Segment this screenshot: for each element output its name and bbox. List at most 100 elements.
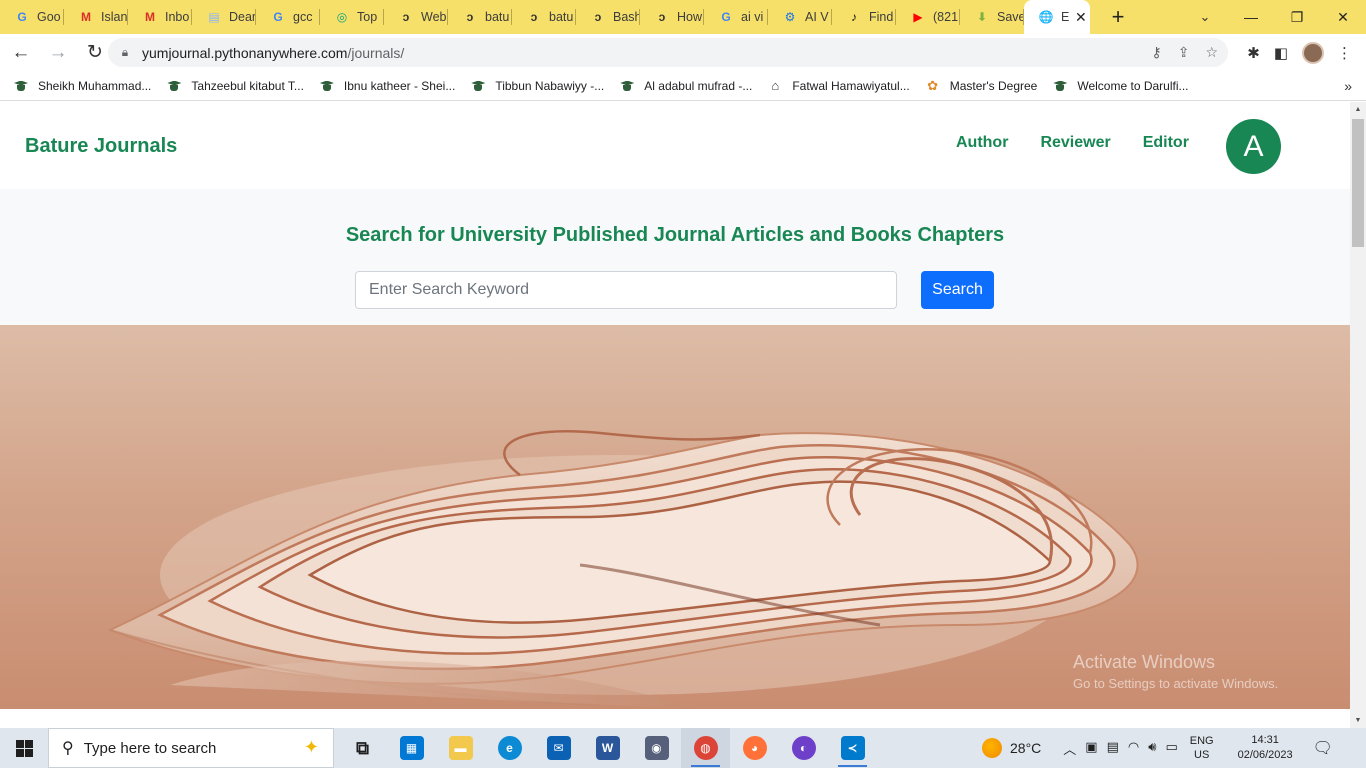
url-text[interactable]: yumjournal.pythonanywhere.com/journals/	[142, 45, 404, 61]
bookmark-item[interactable]: Tibbun Nabawiyy -...	[471, 79, 604, 93]
bookmark-item[interactable]: Tahzeebul kitabut T...	[167, 79, 304, 93]
browser-tab[interactable]: ↄ How	[640, 0, 704, 34]
show-hidden-icons-chevron-icon[interactable]: ︿	[1063, 739, 1076, 758]
globe-icon: 🌐	[1038, 10, 1054, 24]
tab-list: G Goo M Islan M Inbo ▤ Dear Ggcc ◎ Top ↄ Web ↄ batu ↄ ba…	[0, 0, 1090, 34]
browser-tab[interactable]: M Inbo	[128, 0, 192, 34]
taskbar-app-edge[interactable]: e	[485, 728, 534, 768]
search-button[interactable]: Search	[921, 271, 994, 309]
sparkle-icon[interactable]: ✦	[304, 737, 319, 758]
browser-tab[interactable]: Gai vi	[704, 0, 768, 34]
taskbar-app-file-explorer[interactable]: ▬	[436, 728, 485, 768]
browser-tab[interactable]: ↄ batu	[448, 0, 512, 34]
store-icon: ▦	[399, 736, 424, 760]
taskbar-app-mail[interactable]: ✉	[534, 728, 583, 768]
tab-title: Islan	[101, 10, 127, 24]
taskbar-app-github-desktop[interactable]: ◐	[779, 728, 828, 768]
gear-blue-icon: ⚙	[784, 10, 796, 24]
reload-button[interactable]: ↻	[79, 37, 111, 69]
bookmark-item[interactable]: Welcome to Darulfi...	[1053, 79, 1189, 93]
device-icon[interactable]: ▣	[1085, 739, 1097, 758]
browser-tab[interactable]: ↄ batu	[512, 0, 576, 34]
swirl-icon: ↄ	[466, 10, 474, 24]
url-host: yumjournal.pythonanywhere.com	[142, 44, 348, 61]
browser-tab[interactable]: ↄ Web	[384, 0, 448, 34]
volume-icon[interactable]: 🔊︎	[1148, 739, 1156, 758]
browser-tab[interactable]: ⚙ AI V	[768, 0, 832, 34]
browser-tab[interactable]: ↄ Bash	[576, 0, 640, 34]
extensions-puzzle-icon[interactable]: ✱	[1247, 44, 1260, 62]
google-icon: G	[17, 10, 27, 24]
graduation-cap-icon	[471, 80, 485, 92]
scroll-down-arrow-icon[interactable]: ▼	[1350, 717, 1366, 724]
bookmark-item[interactable]: ✿ Master's Degree	[926, 78, 1037, 93]
minimize-button[interactable]: —	[1228, 0, 1274, 34]
graduation-cap-icon	[320, 80, 334, 92]
site-brand[interactable]: Bature Journals	[25, 135, 177, 158]
browser-tab-active[interactable]: 🌐 E ✕	[1024, 0, 1090, 34]
scrollbar-thumb[interactable]	[1352, 119, 1364, 247]
nav-editor-link[interactable]: Editor	[1127, 134, 1205, 152]
site-nav-links: Author Reviewer Editor	[940, 134, 1205, 152]
taskbar-app-task-view[interactable]: ⧉	[338, 728, 387, 768]
notification-center-icon[interactable]: 🗨︎	[1313, 738, 1333, 758]
lock-icon[interactable]: 🔒︎	[108, 45, 142, 60]
bookmark-item[interactable]: Al adabul mufrad -...	[620, 79, 752, 93]
back-button[interactable]: ←	[5, 37, 37, 69]
bookmark-star-icon[interactable]: ☆	[1205, 44, 1218, 61]
search-icon: ⚲	[62, 740, 74, 757]
nav-reviewer-link[interactable]: Reviewer	[1024, 134, 1126, 152]
forward-button[interactable]: →	[42, 37, 74, 69]
side-panel-icon[interactable]: ◧	[1274, 44, 1288, 62]
task-view-icon: ⧉	[356, 737, 369, 758]
scroll-up-arrow-icon[interactable]: ▲	[1350, 106, 1366, 113]
key-icon[interactable]: ⚷	[1151, 44, 1161, 61]
weather-widget[interactable]: 28°C	[982, 738, 1041, 758]
new-tab-button[interactable]: +	[1098, 4, 1138, 30]
search-input[interactable]	[355, 271, 897, 309]
taskbar-search-box[interactable]: ⚲ Type here to search ✦	[48, 728, 334, 768]
browser-tab[interactable]: Ggcc	[256, 0, 320, 34]
user-avatar[interactable]: A	[1226, 119, 1281, 174]
taskbar-app-store[interactable]: ▦	[387, 728, 436, 768]
address-bar[interactable]: 🔒︎ yumjournal.pythonanywhere.com/journal…	[108, 38, 1228, 67]
tab-title: Goo	[37, 10, 61, 24]
profile-avatar[interactable]	[1302, 41, 1324, 64]
browser-tab[interactable]: ⬇ Save	[960, 0, 1024, 34]
nav-author-link[interactable]: Author	[940, 134, 1024, 152]
taskbar-app-chrome[interactable]: ◍	[681, 728, 730, 768]
bookmark-item[interactable]: Sheikh Muhammad...	[14, 79, 151, 93]
browser-tab[interactable]: M Islan	[64, 0, 128, 34]
browser-tab[interactable]: ♪ Find	[832, 0, 896, 34]
start-button[interactable]	[0, 728, 48, 768]
address-bar-actions: ⚷ ⇪ ☆	[1151, 38, 1218, 67]
browser-tab[interactable]: ◎ Top	[320, 0, 384, 34]
input-language[interactable]: ENG US	[1190, 734, 1214, 762]
taskbar-app-camera[interactable]: ◉	[632, 728, 681, 768]
bookmark-item[interactable]: Ibnu katheer - Shei...	[320, 79, 455, 93]
browser-tab[interactable]: ▤ Dear	[192, 0, 256, 34]
restore-button[interactable]: ❐	[1274, 0, 1320, 34]
bookmark-item[interactable]: ⌂ Fatwal Hamawiyatul...	[768, 78, 909, 93]
window-controls: — ❐ ✕	[1228, 0, 1366, 34]
browser-tab[interactable]: ▶ (821	[896, 0, 960, 34]
bookmarks-bar: Sheikh Muhammad... Tahzeebul kitabut T...…	[0, 71, 1366, 101]
bookmarks-overflow-icon[interactable]: »	[1344, 78, 1352, 94]
share-icon[interactable]: ⇪	[1178, 44, 1190, 61]
page-scrollbar[interactable]: ▲ ▼	[1350, 102, 1366, 728]
taskbar-app-firefox[interactable]: ◕	[730, 728, 779, 768]
taskbar-app-word-app[interactable]: W	[583, 728, 632, 768]
wifi-icon[interactable]: ◠	[1128, 739, 1139, 758]
close-tab-icon[interactable]: ✕	[1075, 9, 1087, 26]
taskbar-clock[interactable]: 14:31 02/06/2023	[1238, 733, 1293, 763]
partly-sunny-icon	[982, 738, 1002, 758]
browser-tab[interactable]: G Goo	[0, 0, 64, 34]
chatgpt-icon: ◎	[336, 10, 348, 24]
close-window-button[interactable]: ✕	[1320, 0, 1366, 34]
bookmark-label: Ibnu katheer - Shei...	[343, 78, 456, 93]
meet-icon[interactable]: ▤	[1107, 739, 1119, 758]
tab-search-chevron-icon[interactable]: ⌄	[1190, 4, 1220, 30]
battery-icon[interactable]: ▭	[1165, 739, 1177, 758]
kebab-menu-icon[interactable]: ⋮	[1337, 44, 1352, 62]
taskbar-app-vscode[interactable]: ≺	[828, 728, 877, 768]
